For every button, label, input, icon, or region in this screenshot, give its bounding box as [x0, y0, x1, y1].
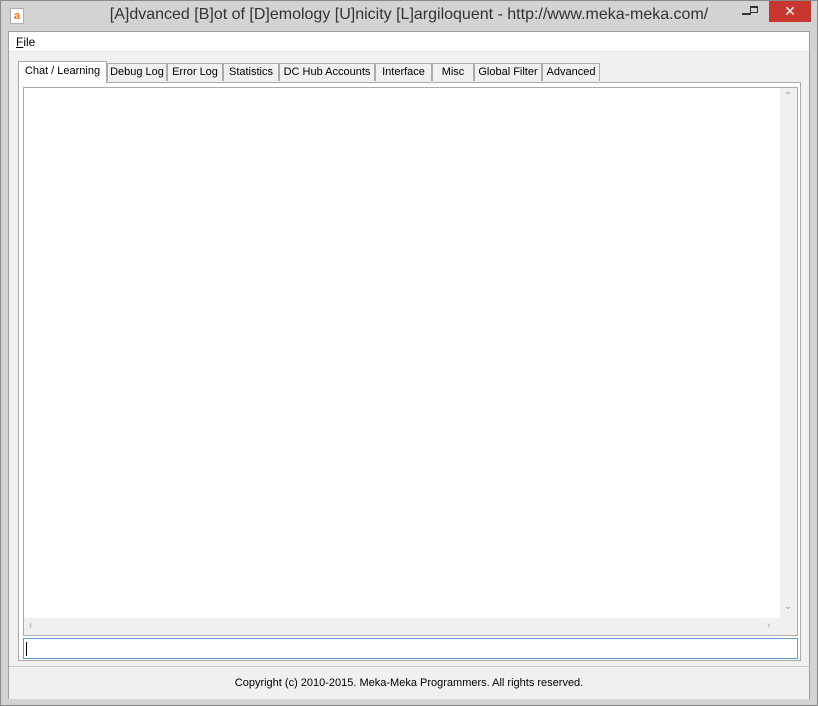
horizontal-scrollbar[interactable]: ‹ ›: [24, 618, 780, 635]
menu-file-label: ile: [23, 35, 36, 49]
scroll-right-icon[interactable]: ›: [767, 621, 770, 631]
title-bar[interactable]: a [A]dvanced [B]ot of [D]emology [U]nici…: [1, 1, 817, 31]
vertical-scrollbar[interactable]: ⌃ ⌄: [780, 88, 797, 619]
tab-global-filter[interactable]: Global Filter: [474, 63, 542, 81]
client-area: File Chat / Learning Debug Log Error Log…: [8, 31, 810, 699]
tab-statistics[interactable]: Statistics: [223, 63, 279, 81]
tab-advanced[interactable]: Advanced: [542, 63, 600, 81]
window-title: [A]dvanced [B]ot of [D]emology [U]nicity…: [109, 6, 709, 23]
tab-misc[interactable]: Misc: [432, 63, 474, 81]
tab-interface[interactable]: Interface: [375, 63, 432, 81]
menu-bar: File: [9, 32, 809, 52]
chat-log[interactable]: ⌃ ⌄ ‹ ›: [23, 87, 798, 636]
tab-debug-log[interactable]: Debug Log: [107, 63, 167, 81]
tab-chat-learning[interactable]: Chat / Learning: [18, 61, 107, 83]
status-bar: Copyright (c) 2010-2015. Meka-Meka Progr…: [9, 666, 809, 699]
chat-input[interactable]: [23, 638, 798, 659]
menu-file[interactable]: File: [16, 35, 35, 49]
text-caret: [26, 642, 27, 656]
close-button[interactable]: ✕: [769, 1, 811, 22]
copyright-text: Copyright (c) 2010-2015. Meka-Meka Progr…: [234, 677, 584, 689]
maximize-icon: [750, 6, 758, 13]
scrollbar-corner: [780, 618, 797, 635]
scroll-up-icon[interactable]: ⌃: [784, 92, 792, 102]
maximize-button[interactable]: [741, 1, 768, 22]
tab-dc-hub-accounts[interactable]: DC Hub Accounts: [279, 63, 375, 81]
scroll-left-icon[interactable]: ‹: [29, 621, 32, 631]
app-window: a [A]dvanced [B]ot of [D]emology [U]nici…: [0, 0, 818, 706]
chat-learning-panel: ⌃ ⌄ ‹ ›: [18, 82, 801, 661]
tab-error-log[interactable]: Error Log: [167, 63, 223, 81]
scroll-down-icon[interactable]: ⌄: [784, 602, 792, 612]
close-icon: ✕: [784, 3, 796, 19]
